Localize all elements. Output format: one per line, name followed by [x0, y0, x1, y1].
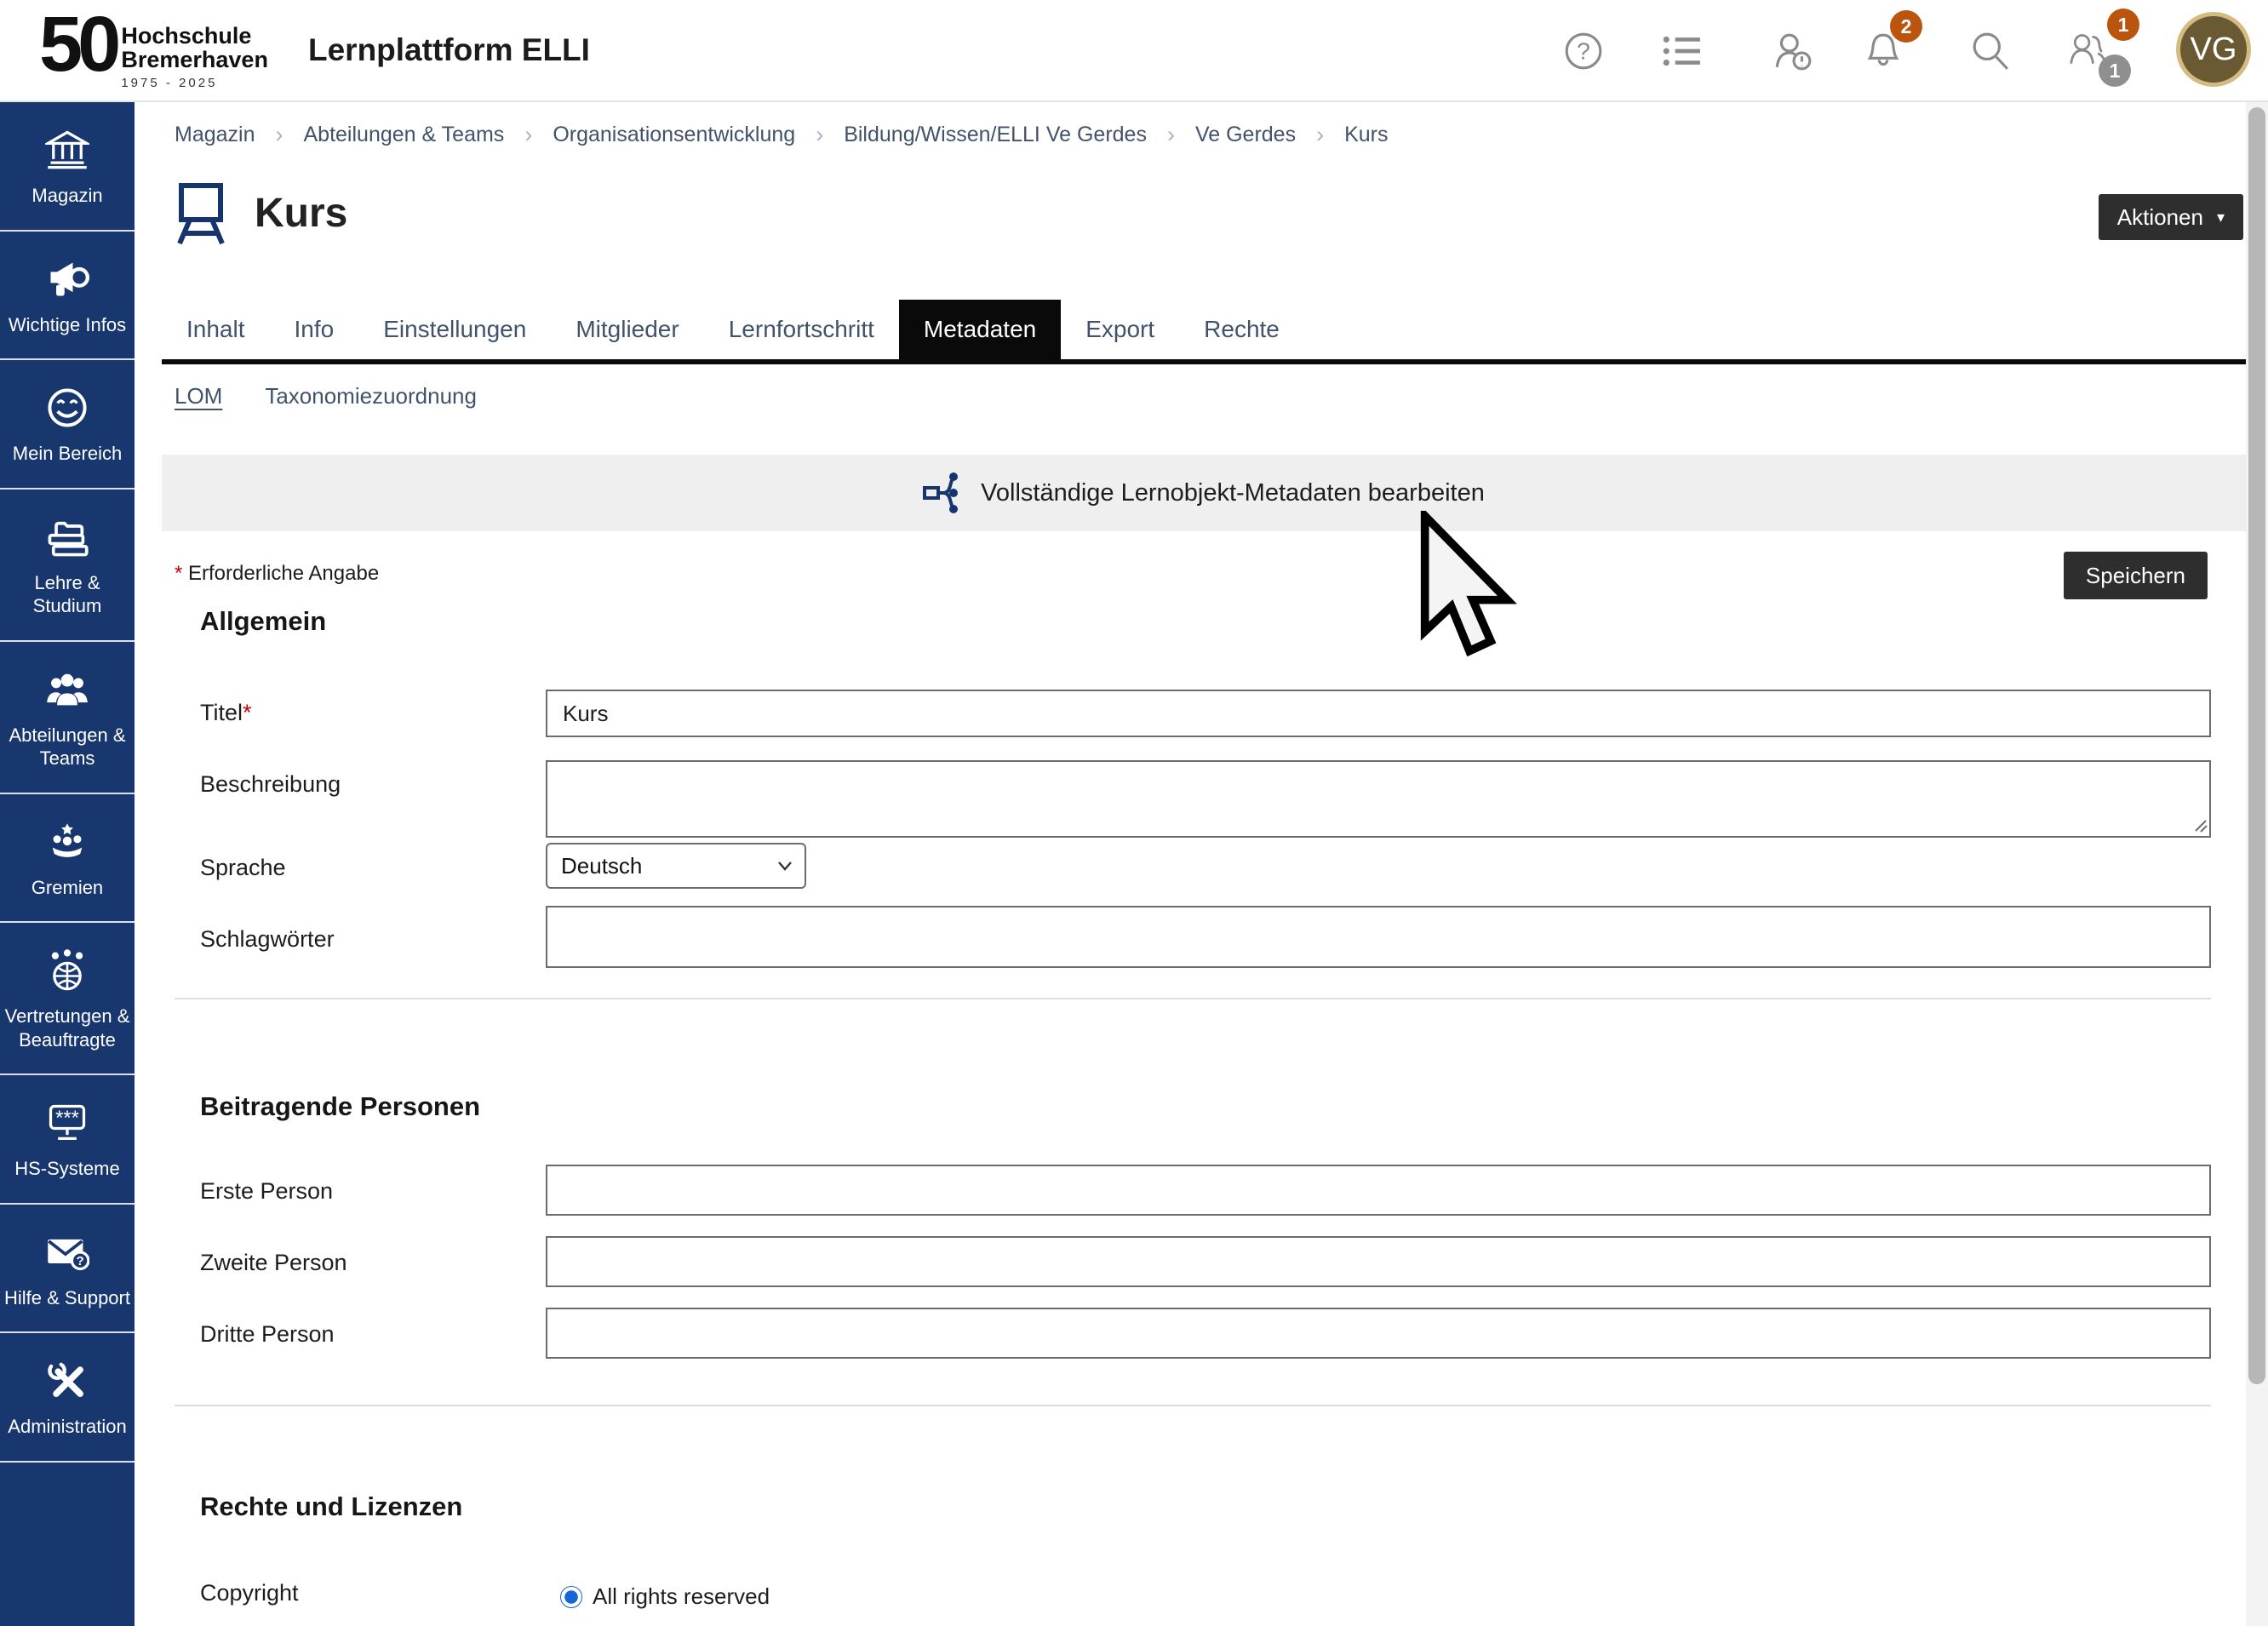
mail-question-icon: ? [45, 1230, 89, 1274]
sidebar-item-lehre-studium[interactable]: Lehre & Studium [0, 490, 135, 642]
erste-person-label: Erste Person [200, 1178, 333, 1205]
breadcrumb-item[interactable]: Bildung/Wissen/ELLI Ve Gerdes [844, 123, 1147, 147]
notifications-badge: 2 [1890, 10, 1922, 43]
sidebar-item-hilfe-support[interactable]: ? Hilfe & Support [0, 1205, 135, 1334]
sidebar-item-magazin[interactable]: Magazin [0, 102, 135, 232]
contacts-badge-orange: 1 [2107, 9, 2139, 41]
logo-50-text: 50 [39, 5, 116, 83]
schlagwoerter-input[interactable] [546, 906, 2211, 968]
tab-lernfortschritt[interactable]: Lernfortschritt [704, 300, 899, 359]
breadcrumb: Magazin › Abteilungen & Teams › Organisa… [175, 117, 1389, 152]
section-heading-beitragende: Beitragende Personen [200, 1091, 480, 1122]
breadcrumb-item[interactable]: Organisationsentwicklung [553, 123, 795, 147]
contacts-badge-gray: 1 [2099, 54, 2131, 87]
dritte-person-label: Dritte Person [200, 1321, 335, 1348]
committee-icon [45, 820, 89, 864]
actions-button[interactable]: Aktionen ▾ [2099, 194, 2243, 240]
titel-input[interactable] [546, 690, 2211, 737]
sidebar-item-abteilungen-teams[interactable]: Abteilungen & Teams [0, 642, 135, 794]
section-heading-rechte: Rechte und Lizenzen [200, 1491, 462, 1522]
logo-years: 1975 - 2025 [121, 76, 268, 90]
sidebar-item-wichtige-infos[interactable]: Wichtige Infos [0, 232, 135, 361]
notifications-bell-icon[interactable]: 2 [1863, 31, 1904, 72]
metadata-tree-icon [923, 470, 964, 516]
sidebar-item-mein-bereich[interactable]: Mein Bereich [0, 360, 135, 490]
hochschule-bremerhaven-logo: 50 Hochschule Bremerhaven 1975 - 2025 [39, 5, 268, 90]
avatar[interactable]: VG [2176, 12, 2251, 87]
main-content: Magazin › Abteilungen & Teams › Organisa… [135, 102, 2268, 1626]
breadcrumb-separator: › [816, 122, 823, 148]
section-divider [175, 998, 2211, 999]
copyright-label: Copyright [200, 1580, 299, 1606]
zweite-person-input[interactable] [546, 1236, 2211, 1287]
contacts-icon[interactable]: 1 1 [2068, 31, 2109, 72]
logo-line2: Bremerhaven [121, 48, 268, 72]
app-title: Lernplattform ELLI [308, 32, 590, 68]
sidebar-item-hs-systeme[interactable]: *** HS-Systeme [0, 1075, 135, 1205]
copyright-radio-all-rights-reserved[interactable] [560, 1586, 582, 1608]
page-title: Kurs [255, 190, 347, 237]
group-icon [45, 667, 89, 712]
section-divider [175, 1405, 2211, 1406]
tab-mitglieder[interactable]: Mitglieder [551, 300, 703, 359]
search-icon[interactable] [1970, 31, 2011, 72]
tab-info[interactable]: Info [270, 300, 359, 359]
breadcrumb-separator: › [524, 122, 532, 148]
breadcrumb-separator: › [276, 122, 284, 148]
logo-line1: Hochschule [121, 24, 268, 48]
tools-icon [45, 1359, 89, 1403]
sprache-label: Sprache [200, 855, 286, 881]
page-scrollbar [2246, 102, 2268, 1626]
dritte-person-input[interactable] [546, 1308, 2211, 1359]
sidebar-item-vertretungen[interactable]: Vertretungen & Beauftragte [0, 923, 135, 1075]
schlagwoerter-label: Schlagwörter [200, 926, 335, 953]
breadcrumb-item[interactable]: Kurs [1344, 123, 1388, 147]
section-heading-allgemein: Allgemein [200, 606, 326, 637]
tab-bar: Inhalt Info Einstellungen Mitglieder Ler… [162, 300, 2246, 364]
megaphone-icon [45, 257, 89, 301]
list-menu-icon[interactable] [1661, 31, 1702, 72]
breadcrumb-separator: › [1316, 122, 1324, 148]
globe-people-icon [45, 948, 89, 993]
subtab-taxonomiezuordnung[interactable]: Taxonomiezuordnung [265, 383, 477, 409]
edit-full-metadata-link[interactable]: Vollständige Lernobjekt-Metadaten bearbe… [162, 455, 2246, 531]
beschreibung-textarea[interactable] [546, 760, 2211, 838]
course-easel-icon [175, 180, 227, 245]
breadcrumb-item[interactable]: Magazin [175, 123, 255, 147]
svg-text:***: *** [55, 1107, 79, 1130]
help-icon[interactable]: ? [1563, 31, 1604, 72]
main-sidebar: Magazin Wichtige Infos Mein Bereich Lehr… [0, 102, 135, 1626]
sidebar-item-administration[interactable]: Administration [0, 1333, 135, 1463]
tab-rechte[interactable]: Rechte [1179, 300, 1304, 359]
save-button[interactable]: Speichern [2064, 552, 2208, 599]
subtab-lom[interactable]: LOM [175, 383, 222, 409]
tab-metadaten[interactable]: Metadaten [899, 300, 1061, 359]
monitor-password-icon: *** [45, 1101, 89, 1145]
smiley-icon [45, 386, 89, 430]
tab-inhalt[interactable]: Inhalt [162, 300, 270, 359]
titel-label: Titel* [200, 700, 252, 726]
tab-export[interactable]: Export [1061, 300, 1179, 359]
sprache-select[interactable]: Deutsch [546, 843, 806, 889]
books-icon [45, 515, 89, 559]
user-status-icon[interactable] [1773, 31, 1813, 72]
required-hint: * Erforderliche Angabe [175, 562, 379, 586]
erste-person-input[interactable] [546, 1165, 2211, 1216]
beschreibung-label: Beschreibung [200, 771, 341, 798]
scrollbar-thumb[interactable] [2248, 107, 2265, 1384]
breadcrumb-item[interactable]: Abteilungen & Teams [304, 123, 505, 147]
top-header: 50 Hochschule Bremerhaven 1975 - 2025 Le… [0, 0, 2268, 102]
sidebar-item-gremien[interactable]: Gremien [0, 794, 135, 924]
breadcrumb-item[interactable]: Ve Gerdes [1195, 123, 1296, 147]
breadcrumb-separator: › [1167, 122, 1175, 148]
copyright-option-label: All rights reserved [593, 1583, 770, 1610]
zweite-person-label: Zweite Person [200, 1250, 347, 1276]
sub-tab-bar: LOM Taxonomiezuordnung [175, 383, 477, 409]
tab-einstellungen[interactable]: Einstellungen [358, 300, 551, 359]
svg-text:?: ? [77, 1254, 84, 1268]
bank-icon [45, 128, 89, 172]
svg-text:?: ? [1577, 37, 1590, 64]
caret-down-icon: ▾ [2217, 209, 2225, 226]
